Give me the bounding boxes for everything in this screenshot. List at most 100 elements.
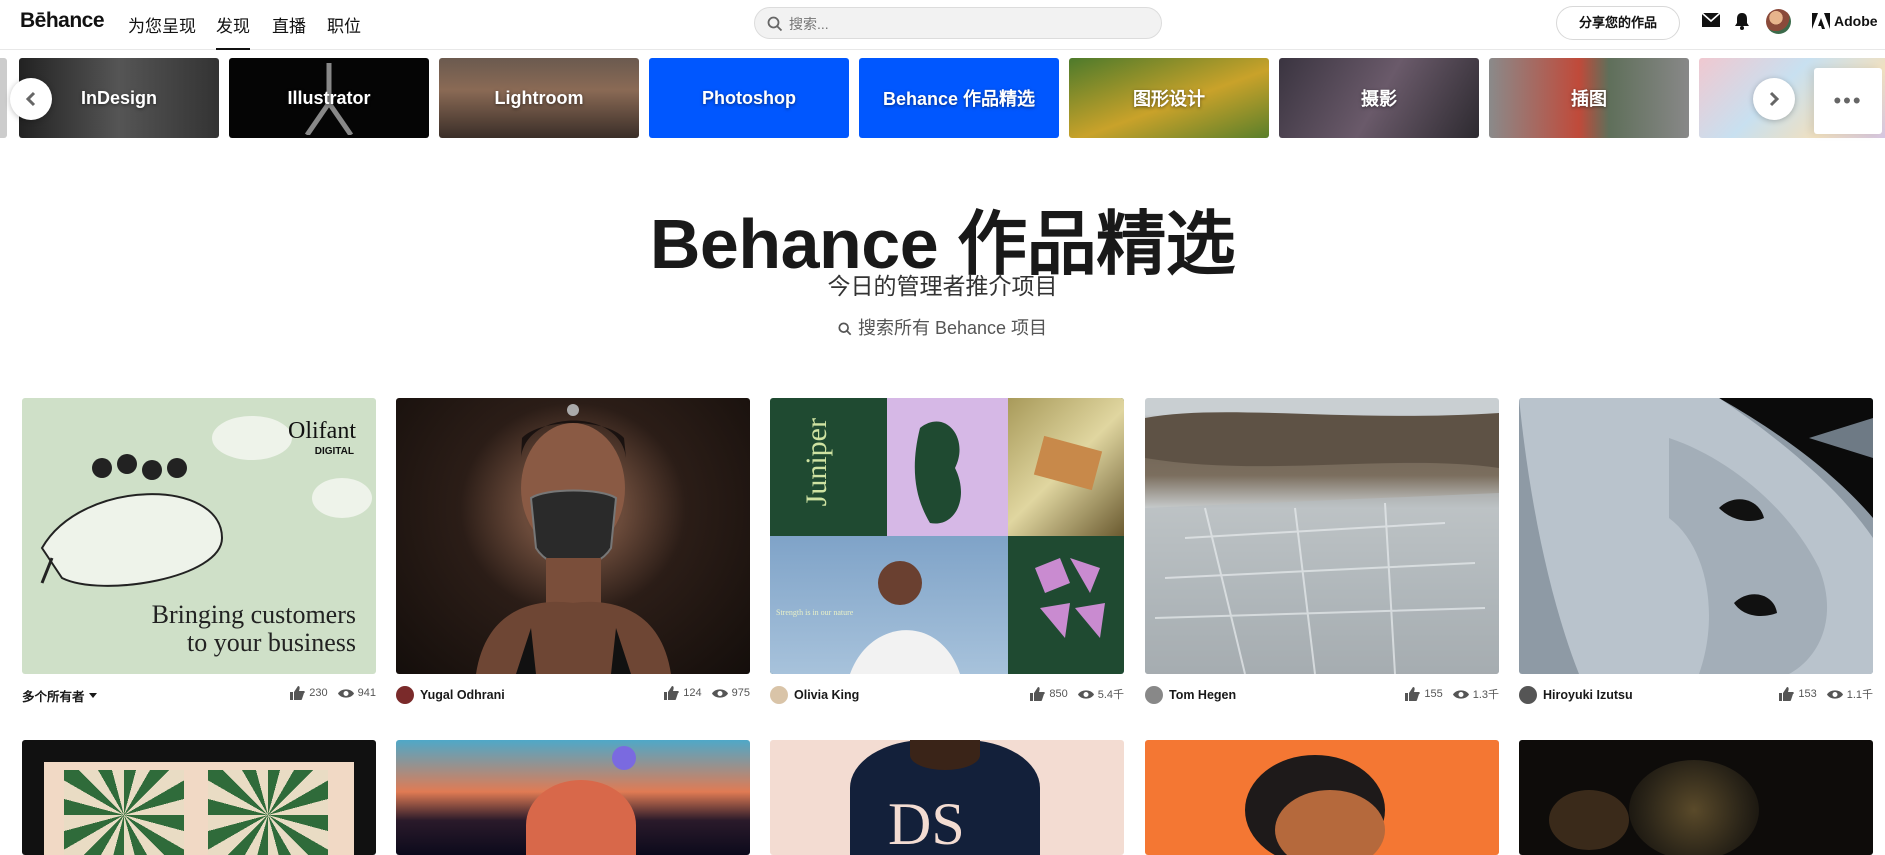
owner-name: 多个所有者 — [22, 690, 85, 704]
notification-bell-icon[interactable] — [1734, 12, 1750, 30]
adobe-logo-icon — [1812, 13, 1830, 29]
thumbs-up-icon — [290, 686, 306, 700]
search-icon — [838, 322, 852, 336]
like-count: 153 — [1798, 688, 1817, 700]
art-moon — [612, 746, 636, 770]
like-count: 230 — [309, 687, 328, 699]
project-owner[interactable]: Tom Hegen — [1145, 686, 1236, 704]
owner-avatar — [396, 686, 414, 704]
search-bar[interactable] — [754, 7, 1162, 39]
thumbs-up-icon — [664, 686, 680, 700]
eye-icon — [1826, 689, 1843, 699]
project-owner[interactable]: Olivia King — [770, 686, 859, 704]
chevron-right-icon — [1769, 91, 1780, 107]
more-categories-button[interactable]: ••• — [1814, 68, 1882, 134]
behance-logo[interactable]: Bēhance — [20, 9, 105, 33]
like-count: 850 — [1049, 688, 1068, 700]
project-artwork — [1145, 412, 1499, 674]
search-icon — [767, 16, 783, 32]
owner-name: Olivia King — [794, 688, 860, 702]
owner-avatar — [770, 686, 788, 704]
view-count: 1.3千 — [1472, 689, 1499, 701]
project-card-thumbnail[interactable] — [396, 398, 750, 674]
project-card-thumbnail[interactable] — [1519, 740, 1873, 855]
card-tagline: Strength is in our nature — [776, 608, 854, 617]
project-stats: 153 1.1千 — [1769, 686, 1873, 702]
search-all-label: 搜索所有 Behance 项目 — [857, 318, 1048, 338]
search-input[interactable] — [789, 14, 1149, 33]
card-brand-subtext: DIGITAL — [314, 446, 354, 457]
caret-down-icon — [88, 693, 97, 698]
project-card-thumbnail[interactable] — [22, 740, 376, 855]
category-label: Photoshop — [702, 87, 796, 108]
category-label: Illustrator — [287, 87, 371, 108]
share-your-work-button[interactable]: 分享您的作品 — [1556, 6, 1680, 40]
project-card-thumbnail[interactable] — [1519, 398, 1873, 674]
thumbs-up-icon — [1405, 687, 1421, 701]
card-shirt-text: DS — [888, 791, 965, 855]
card-brand-text: Juniper — [800, 418, 833, 507]
category-label: 图形设计 — [1133, 89, 1205, 109]
project-meta: Tom Hegen 155 1.3千 — [1145, 684, 1499, 704]
eye-icon — [1452, 689, 1469, 699]
owner-name: Tom Hegen — [1169, 688, 1237, 702]
category-tile-photography[interactable]: 摄影 — [1279, 58, 1479, 138]
card-brand-text: Olifant — [288, 418, 356, 444]
owner-avatar — [1145, 686, 1163, 704]
project-owner[interactable]: Hiroyuki Izutsu — [1519, 686, 1633, 704]
eye-icon — [1077, 689, 1094, 699]
view-count: 941 — [357, 687, 376, 699]
project-meta: Hiroyuki Izutsu 153 1.1千 — [1519, 684, 1873, 704]
category-label: InDesign — [80, 87, 157, 108]
category-label: Lightroom — [494, 87, 584, 108]
card-headline-line1: Bringing customers — [151, 600, 356, 629]
nav-link-for-you[interactable]: 为您呈现 — [128, 12, 196, 37]
project-card-thumbnail[interactable] — [1145, 740, 1499, 855]
art-pattern — [64, 770, 184, 855]
category-label: 插图 — [1571, 89, 1607, 109]
nav-link-livestreams[interactable]: 直播 — [272, 12, 306, 37]
art-leaf — [1549, 790, 1629, 850]
page-subtitle: 今日的管理者推介项目 — [827, 273, 1058, 299]
scroll-right-button[interactable] — [1753, 78, 1795, 120]
owner-avatar — [1519, 686, 1537, 704]
project-stats: 124 975 — [654, 686, 750, 700]
scroll-left-button[interactable] — [10, 78, 52, 120]
project-artwork — [1519, 398, 1873, 674]
category-tile-graphic-design[interactable]: 图形设计 — [1069, 58, 1269, 138]
nav-link-jobs[interactable]: 职位 — [327, 12, 361, 37]
category-tile-photoshop[interactable]: Photoshop — [649, 58, 849, 138]
view-count: 975 — [731, 687, 750, 699]
project-stats: 850 5.4千 — [1020, 686, 1124, 702]
category-tile-lightroom[interactable]: Lightroom — [439, 58, 639, 138]
eye-icon — [337, 688, 354, 698]
user-avatar[interactable] — [1766, 9, 1791, 34]
project-card-thumbnail[interactable]: DS — [770, 740, 1124, 855]
ellipsis-icon: ••• — [1833, 88, 1863, 113]
top-navigation-bar: Bēhance 为您呈现 发现 直播 职位 分享您的作品 Adobe — [0, 0, 1885, 50]
project-meta: Olivia King 850 5.4千 — [770, 684, 1124, 704]
mail-icon[interactable] — [1702, 13, 1720, 27]
project-card-thumbnail[interactable]: Olifant DIGITAL Bringing customers to yo… — [22, 398, 376, 674]
category-label: Behance 作品精选 — [882, 89, 1036, 109]
eye-icon — [711, 688, 728, 698]
project-card-thumbnail[interactable] — [396, 740, 750, 855]
adobe-link[interactable]: Adobe — [1812, 13, 1878, 29]
like-count: 124 — [683, 687, 702, 699]
nav-link-discover[interactable]: 发现 — [216, 12, 250, 50]
art-pattern — [208, 770, 328, 855]
project-owner[interactable]: Yugal Odhrani — [396, 686, 505, 704]
project-card-thumbnail[interactable] — [1145, 398, 1499, 674]
chevron-left-icon — [25, 91, 36, 107]
card-headline-line2: to your business — [187, 628, 356, 657]
art-figure — [526, 780, 636, 855]
category-tile-illustrator[interactable]: Illustrator — [229, 58, 429, 138]
category-tile-partial[interactable] — [0, 58, 7, 138]
art-flower — [1629, 760, 1759, 855]
project-stats: 230 941 — [280, 686, 376, 700]
search-all-projects-link[interactable]: 搜索所有 Behance 项目 — [0, 314, 1885, 340]
project-card-thumbnail[interactable]: Juniper Strength is in our nature — [770, 398, 1124, 674]
category-tile-behance-picks[interactable]: Behance 作品精选 — [859, 58, 1059, 138]
category-tile-illustration[interactable]: 插图 — [1489, 58, 1689, 138]
project-owner[interactable]: 多个所有者 — [22, 686, 97, 705]
